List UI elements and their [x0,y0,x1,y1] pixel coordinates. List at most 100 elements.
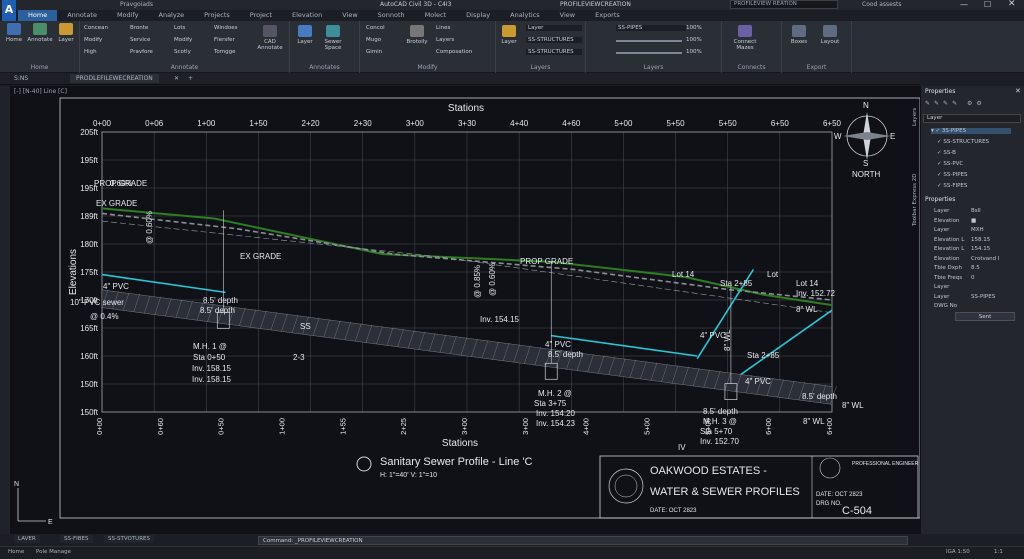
property-value[interactable]: 0 [971,275,975,281]
slider-value-1[interactable]: 100% [686,37,702,43]
layout-tab-1[interactable]: LAVER [14,535,40,543]
viewport-label[interactable]: [-] [N-40] Line [C] [14,88,67,95]
bottom-tab-home[interactable]: Home [8,549,24,555]
layer-tree-item[interactable]: ✓ SS-FIPES [937,183,967,189]
layer-tree-item[interactable]: ▾ ✓ 3S-PIPES [931,128,1011,134]
brotoily-button[interactable]: Brotoily [404,25,430,45]
search-input[interactable]: PROFILEVIEW REATION [730,0,838,9]
ribbon-tab-9[interactable]: Molect [415,10,457,21]
property-value[interactable]: 8.5 [971,265,980,271]
app-logo-icon[interactable]: A [2,0,16,21]
property-value[interactable]: Crotvand I [971,256,999,262]
ribbon-tab-11[interactable]: Analytics [500,10,550,21]
ribbon-btn-concol[interactable]: Concol [366,25,385,31]
layer2-button[interactable]: Layer [294,25,316,45]
layout-tab-2[interactable]: SS-FIBES [60,535,93,543]
new-tab-icon[interactable]: + [182,74,199,83]
ribbon-btn-modify-2[interactable]: Modify [174,37,192,43]
layer-tree-item[interactable]: ✓ SS-PIPES [937,172,968,178]
layout-button[interactable]: Layout [816,25,844,45]
y-tick-label: 180ft [80,240,99,249]
layer-row-2[interactable]: SS-STRUCTURES [526,49,582,55]
x-bottom-tick-label: 0+60 [156,418,165,435]
property-value[interactable]: ■ [971,218,976,224]
ribbon-btn-scotly[interactable]: Scotly [174,49,191,55]
compass-s: S [863,159,868,168]
ribbon-btn-tomgge[interactable]: Tomgge [214,49,236,55]
ribbon-tab-7[interactable]: View [332,10,367,21]
layer-row-1[interactable]: SS-STRUCTURES [526,37,582,43]
close-icon[interactable]: ✕ [1008,0,1016,9]
sewer-space-button[interactable]: Sewer Space [318,25,348,51]
maximize-icon[interactable]: ☐ [984,0,991,9]
quick-access-toolbar[interactable]: Pravgoiads [120,1,153,8]
bottom-tab-pole-manage[interactable]: Pole Manage [36,549,71,555]
pipes-layer-row[interactable]: SS-PIPES [616,25,686,31]
property-value[interactable]: SS-PIPES [971,294,995,300]
home-button[interactable]: Home [2,23,26,43]
ribbon-tab-0[interactable]: Home [18,10,58,21]
property-value[interactable]: MXH [971,227,984,233]
ribbon-tab-12[interactable]: View [550,10,585,21]
status-zoom[interactable]: 1:1 [994,549,1003,555]
annotation-label: 2-3 [293,353,305,362]
layer-button[interactable]: Layer [54,23,78,43]
ribbon-btn-mugo[interactable]: Mugo [366,37,381,43]
ribbon-btn-service[interactable]: Service [130,37,150,43]
status-scale[interactable]: IGA 1:50 [946,549,970,555]
layer-select[interactable]: Layer [923,114,1021,123]
ribbon-btn-bronte[interactable]: Bronte [130,25,148,31]
ribbon-btn-flersfer[interactable]: Flersfer [214,37,235,43]
ribbon-btn-lots[interactable]: Lots [174,25,185,31]
layer3-button[interactable]: Layer [498,25,520,45]
ribbon-btn-pravfore[interactable]: Pravfore [130,49,153,55]
boxes-button[interactable]: Boxes [786,25,812,45]
ribbon-tab-13[interactable]: Exports [585,10,630,21]
ribbon-btn-composation[interactable]: Composation [436,49,472,55]
transparency-slider-2[interactable] [616,52,682,54]
ribbon-tab-6[interactable]: Elevation [282,10,332,21]
command-line[interactable]: Command: _PROFILEVIEWCREATION [258,536,908,545]
ribbon-tab-2[interactable]: Modify [107,10,149,21]
palette-side-tab-toolbar[interactable]: Toolbar Express 2D [912,173,918,226]
ribbon-btn-modify[interactable]: Modify [84,37,102,43]
property-value[interactable]: 154.15 [971,246,990,252]
ribbon-btn-windoes[interactable]: Windoes [214,25,237,31]
ribbon-btn-gimin[interactable]: Gimin [366,49,382,55]
ribbon-btn-layers[interactable]: Layers [436,37,454,43]
layer-tree-item[interactable]: ✓ SS-STRUCTURES [937,139,989,145]
layer-tree-item[interactable]: ✓ SS-B [937,150,956,156]
property-value[interactable]: Bsll [971,208,981,214]
ribbon-tab-10[interactable]: Display [456,10,500,21]
ribbon-tab-8[interactable]: Sonnoth [368,10,415,21]
slider-value-2[interactable]: 100% [686,49,702,55]
ribbon-btn-high[interactable]: High [84,49,97,55]
sent-button[interactable]: Sent [955,312,1015,321]
layer-dropdown[interactable]: Layer [526,25,582,31]
ribbon-tab-1[interactable]: Annotate [57,10,107,21]
drawing-canvas[interactable]: 0+00 0+06 1+00 1+50 2+20 2+30 3+00 3+30 4+40 4+60… [10,86,943,534]
properties-palette: Properties ✕ ✎✎✎✎ ⚙⚙ Layer ▾ ✓ 3S-PIPES ✓… [912,86,1024,534]
x-top-tick-label: 1+50 [249,119,268,128]
ribbon-tab-3[interactable]: Analyze [149,10,195,21]
layout-tab-3[interactable]: SS-STVOTURES [104,535,154,543]
command-value[interactable]: _PROFILEVIEWCREATION [295,538,363,544]
slider-value-3[interactable]: 100% [686,25,702,31]
ribbon-tab-4[interactable]: Projects [194,10,240,21]
ribbon-tab-5[interactable]: Project [240,10,282,21]
transparency-slider[interactable] [616,40,682,42]
minimize-icon[interactable]: — [960,0,968,9]
palette-close-icon[interactable]: ✕ [1015,87,1021,95]
doc-tab-1[interactable]: S:NS [8,74,34,83]
annotate-button[interactable]: Annotate [27,23,53,43]
property-value[interactable]: 158.15 [971,237,990,243]
doc-tab-2[interactable]: PRODLEFILEWECREATION [70,74,159,83]
user-name[interactable]: Cood assests [862,1,901,8]
annotation-label: 8.5' depth [802,392,837,401]
ribbon-btn-concean[interactable]: Concean [84,25,108,31]
palette-side-tab-layers[interactable]: Layers [912,108,918,126]
cad-annotate-button[interactable]: CAD Annotate [255,25,285,51]
ribbon-btn-lines[interactable]: Lines [436,25,450,31]
connect-button[interactable]: Connect Mazes [730,25,760,51]
layer-tree-item[interactable]: ✓ SS-PVC [937,161,963,167]
